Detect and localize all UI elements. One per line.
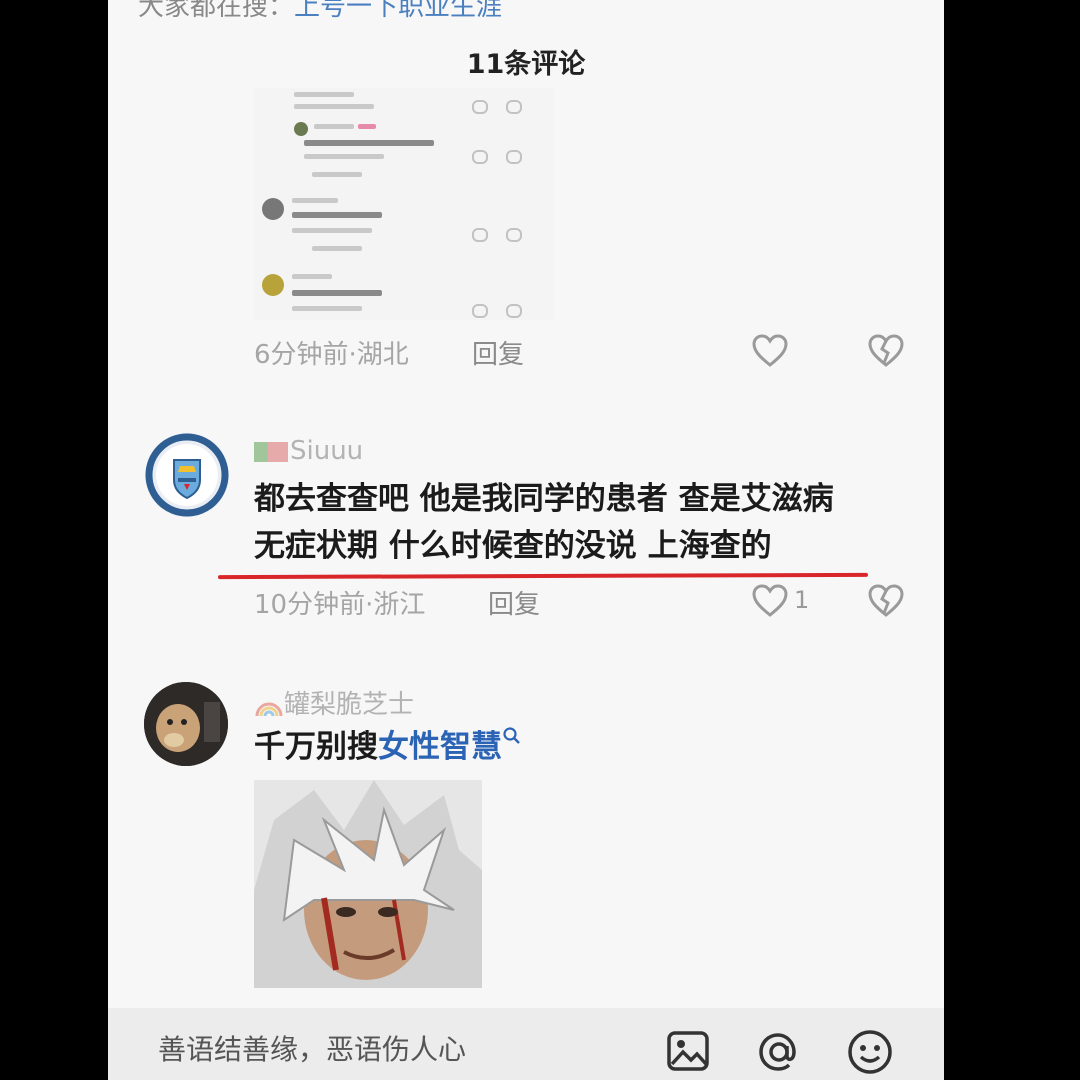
- broken-heart-icon[interactable]: [868, 584, 904, 618]
- search-icon[interactable]: [502, 726, 522, 746]
- top-cut-text: 大家都在搜：上号一下职业生涯: [138, 0, 502, 23]
- club-badge-icon: [145, 433, 229, 517]
- avatar[interactable]: [144, 432, 230, 518]
- reply-button[interactable]: 回复: [472, 334, 524, 371]
- emoji-icon[interactable]: [846, 1028, 894, 1076]
- flag-icon: [254, 441, 288, 462]
- cut-text: 大家都在搜：: [138, 0, 295, 22]
- comment-text-line: 都去查查吧 他是我同学的患者 查是艾滋病: [254, 481, 834, 517]
- comment-text-line: 无症状期 什么时候查的没说 上海查的: [254, 528, 772, 564]
- heart-icon[interactable]: [752, 334, 788, 368]
- avatar[interactable]: [144, 682, 228, 766]
- username[interactable]: 罐梨脆芝士: [254, 684, 414, 721]
- comment-meta: 10分钟前·浙江: [254, 590, 426, 620]
- at-icon[interactable]: [756, 1030, 802, 1074]
- comment-input[interactable]: 善语结善缘，恶语伤人心: [158, 1028, 466, 1068]
- cut-text-link[interactable]: 上号一下职业生涯: [294, 0, 502, 22]
- comment-text: 都去查查吧 他是我同学的患者 查是艾滋病 无症状期 什么时候查的没说 上海查的: [254, 476, 834, 570]
- heart-icon[interactable]: [752, 584, 788, 618]
- dog-avatar-icon: [144, 682, 228, 766]
- search-keyword-link[interactable]: 女性智慧: [378, 729, 502, 765]
- comment-panel: 大家都在搜：上号一下职业生涯 11条评论 6分钟前·湖北 回复 Siuuu 都去…: [108, 0, 944, 1080]
- comment-screenshot-image[interactable]: [254, 88, 554, 320]
- broken-heart-icon[interactable]: [868, 334, 904, 368]
- comment-meta: 6分钟前·湖北: [254, 340, 409, 370]
- comment-text: 千万别搜女性智慧: [254, 724, 522, 771]
- comments-count-title: 11条评论: [466, 49, 586, 80]
- username[interactable]: Siuuu: [254, 436, 363, 466]
- image-icon[interactable]: [666, 1030, 710, 1072]
- red-underline-annotation: [217, 572, 869, 580]
- reply-button[interactable]: 回复: [488, 584, 540, 621]
- rainbow-icon: [254, 694, 284, 718]
- comment-image[interactable]: [254, 780, 482, 988]
- anime-character-image: [254, 780, 482, 988]
- like-count: 1: [794, 586, 810, 614]
